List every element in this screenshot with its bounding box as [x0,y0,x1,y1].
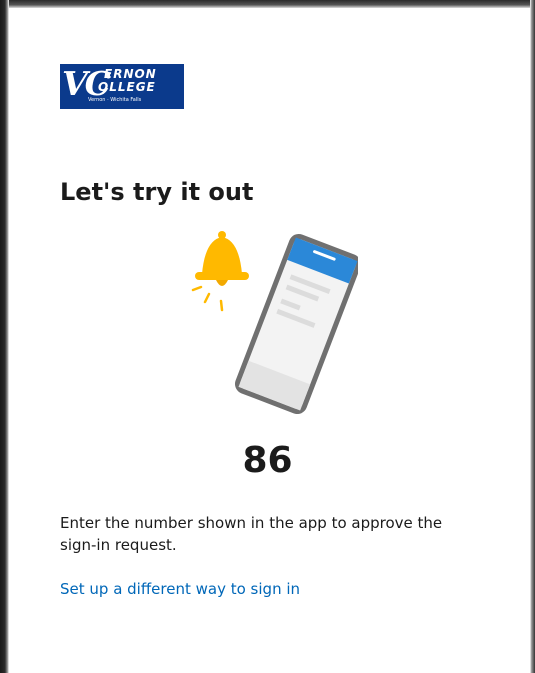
authenticator-illustration [188,224,362,415]
scan-edge-top [0,0,535,8]
alt-sign-in-method-link[interactable]: Set up a different way to sign in [60,578,300,600]
scan-edge-left [0,0,9,673]
logo-line-2: OLLEGE [98,80,156,94]
sign-in-page: VC ERNON OLLEGE Vernon · Wichita Falls L… [0,0,535,673]
page-title: Let's try it out [60,178,254,206]
bell-icon [191,231,249,312]
instruction-text: Enter the number shown in the app to app… [60,514,443,554]
scan-edge-right [530,0,535,673]
verification-number: 86 [242,440,293,481]
phone-icon [234,233,362,415]
vernon-college-logo: VC ERNON OLLEGE Vernon · Wichita Falls [60,64,184,109]
logo-tagline: Vernon · Wichita Falls [88,97,142,103]
logo-line-1: ERNON [104,67,157,81]
